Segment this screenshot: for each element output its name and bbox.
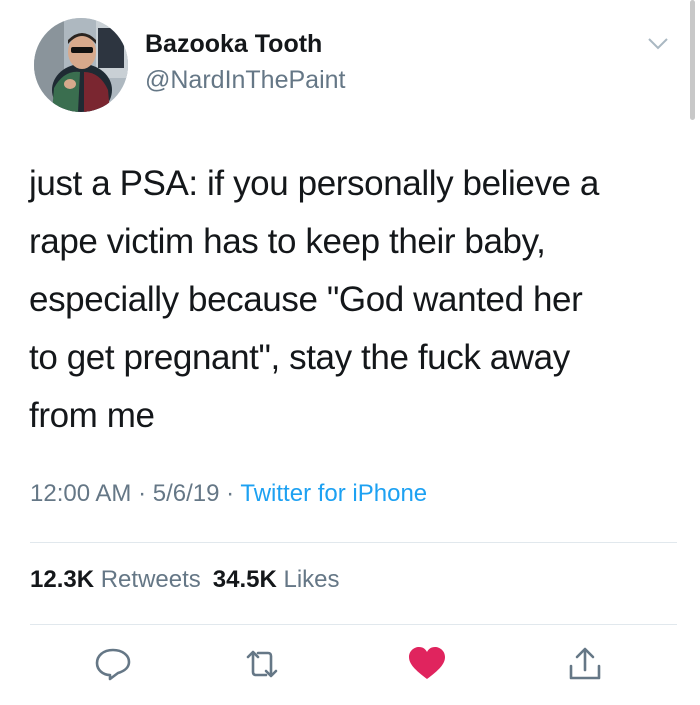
tweet-text-line: from me <box>29 396 155 435</box>
retweets-label: Retweets <box>100 566 201 593</box>
likes-stat[interactable]: 34.5K Likes <box>213 566 340 593</box>
likes-label: Likes <box>283 566 340 593</box>
share-button[interactable] <box>565 646 605 682</box>
likes-count: 34.5K <box>212 566 277 593</box>
share-icon <box>569 647 601 680</box>
tweet-text-line: just a PSA: if you personally believe a <box>29 164 600 203</box>
tweet-source-link[interactable]: Twitter for iPhone <box>240 480 427 507</box>
tweet-card: Bazooka Tooth @NardInThePaint just a PSA… <box>0 0 700 705</box>
divider <box>30 624 677 625</box>
tweet-time[interactable]: 12:00 AM <box>30 480 131 507</box>
retweets-stat[interactable]: 12.3K Retweets <box>30 566 201 593</box>
tweet-text: just a PSA: if you personally believe a … <box>29 155 679 445</box>
tweet-date[interactable]: 5/6/19 <box>153 480 220 507</box>
like-button[interactable] <box>407 646 447 682</box>
tweet-text-line: especially because "God wanted her <box>29 280 583 319</box>
tweet-text-line: to get pregnant", stay the fuck away <box>29 338 570 377</box>
meta-separator: · <box>226 480 235 507</box>
display-name[interactable]: Bazooka Tooth <box>145 30 322 59</box>
divider <box>30 542 677 543</box>
tweet-stats: 12.3K Retweets 34.5K Likes <box>30 566 340 594</box>
chevron-down-icon[interactable] <box>646 36 670 52</box>
user-handle[interactable]: @NardInThePaint <box>145 66 345 95</box>
reply-icon <box>95 648 131 681</box>
retweet-icon <box>246 650 278 678</box>
heart-icon <box>409 647 445 679</box>
retweet-button[interactable] <box>242 646 282 682</box>
scrollbar[interactable] <box>690 0 695 120</box>
avatar[interactable] <box>34 18 128 112</box>
profile-photo-icon <box>34 18 128 112</box>
meta-separator: · <box>138 480 147 507</box>
retweets-count: 12.3K <box>30 566 95 593</box>
tweet-text-line: rape victim has to keep their baby, <box>29 222 546 261</box>
tweet-meta: 12:00 AM · 5/6/19 · Twitter for iPhone <box>30 480 427 508</box>
reply-button[interactable] <box>93 646 133 682</box>
